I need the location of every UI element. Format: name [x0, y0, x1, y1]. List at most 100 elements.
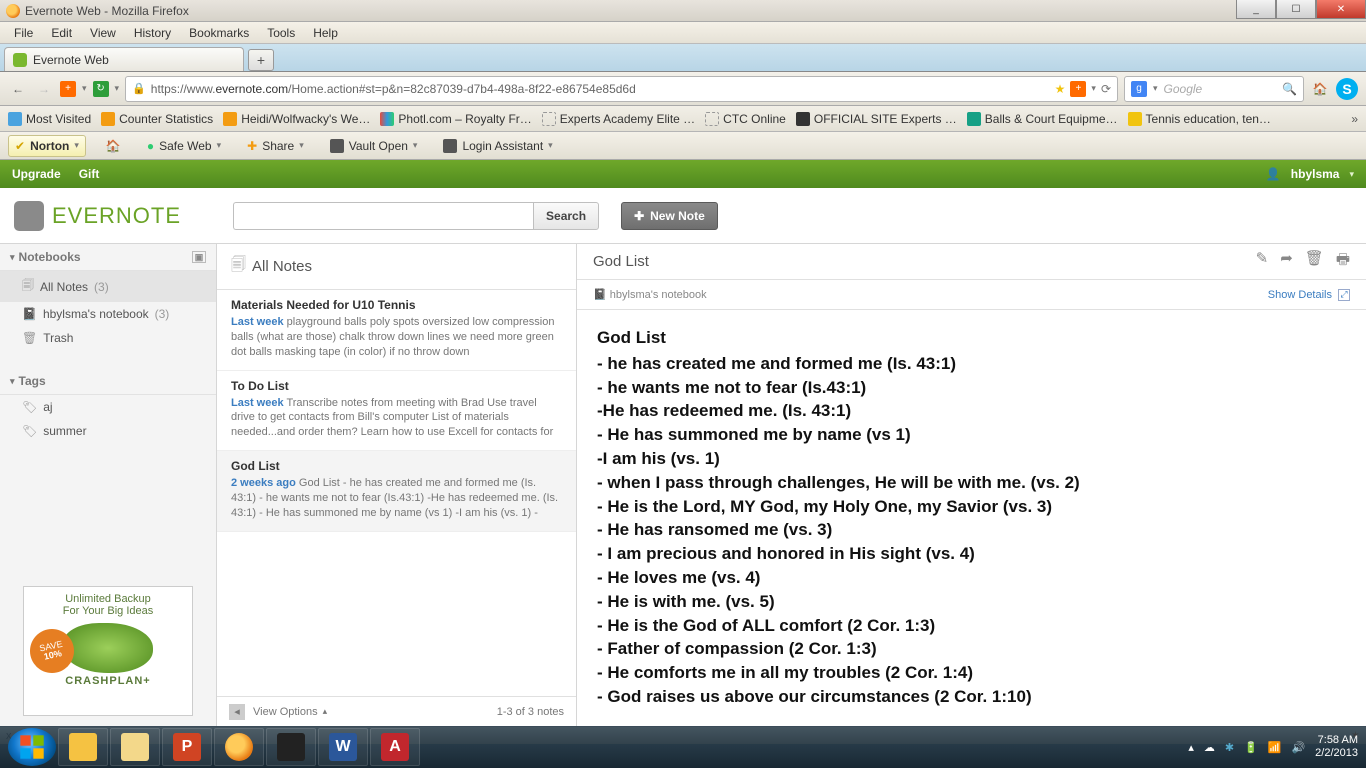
photo-icon: [380, 112, 394, 126]
share-button[interactable]: ✚Share▾: [241, 136, 310, 156]
bookmark-ctc[interactable]: CTC Online: [705, 112, 786, 126]
bookmark-experts[interactable]: Experts Academy Elite …: [542, 112, 695, 126]
note-list-item[interactable]: Materials Needed for U10 Tennis Last wee…: [217, 290, 576, 371]
system-tray: ▴ ☁ ✱ 🔋 📶 🔊 7:58 AM 2/2/2013: [1188, 734, 1358, 759]
star-icon[interactable]: ★: [1055, 82, 1066, 96]
delete-icon[interactable]: 🗑: [1305, 249, 1324, 274]
evernote-logo[interactable]: EVERNOTE: [14, 201, 181, 231]
bookmark-counter[interactable]: Counter Statistics: [101, 112, 213, 126]
note-body[interactable]: God List - he has created me and formed …: [577, 310, 1366, 726]
tray-up-icon[interactable]: ▴: [1188, 741, 1194, 754]
taskbar-camera[interactable]: [266, 728, 316, 766]
menu-help[interactable]: Help: [305, 24, 346, 42]
search-button[interactable]: Search: [533, 202, 599, 230]
window-maximize-button[interactable]: [1276, 0, 1316, 19]
new-tab-button[interactable]: +: [248, 49, 274, 71]
home-button[interactable]: 🏠: [1310, 79, 1330, 99]
sidebar-tag-summer[interactable]: 🏷summer: [0, 419, 216, 443]
bookmark-photl[interactable]: Photl.com – Royalty Fr…: [380, 112, 531, 126]
reload-icon[interactable]: ⟳: [1101, 82, 1111, 96]
edit-icon[interactable]: ✎: [1256, 249, 1269, 274]
forward-button[interactable]: →: [34, 79, 54, 99]
note-list-item[interactable]: To Do List Last week Transcribe notes fr…: [217, 371, 576, 452]
bookmark-most-visited[interactable]: Most Visited: [8, 112, 91, 126]
safe-web-button[interactable]: ●Safe Web▾: [141, 136, 227, 156]
bookmark-heidi[interactable]: Heidi/Wolfwacky's We…: [223, 112, 370, 126]
window-close-button[interactable]: [1316, 0, 1366, 19]
extension-icon[interactable]: ↻: [93, 81, 109, 97]
powerpoint-icon: P: [173, 733, 201, 761]
start-button[interactable]: [8, 728, 56, 766]
taskbar-adobe[interactable]: A: [370, 728, 420, 766]
search-engine-box[interactable]: g ▾ Google 🔍: [1124, 76, 1304, 102]
upgrade-link[interactable]: Upgrade: [12, 167, 61, 181]
menu-tools[interactable]: Tools: [259, 24, 303, 42]
search-go-icon[interactable]: 🔍: [1282, 82, 1297, 96]
notes-icon: 🗐: [22, 276, 34, 297]
print-icon[interactable]: 🖶: [1336, 249, 1350, 274]
user-menu-dropdown-icon[interactable]: ▾: [1349, 169, 1354, 180]
bookmark-balls[interactable]: Balls & Court Equipme…: [967, 112, 1118, 126]
bookmark-tennis[interactable]: Tennis education, ten…: [1128, 112, 1271, 126]
menu-bookmarks[interactable]: Bookmarks: [181, 24, 257, 42]
person-icon: [796, 112, 810, 126]
notebook-icon: 📓: [22, 307, 37, 321]
tray-wifi-icon[interactable]: 📶: [1268, 741, 1282, 754]
menu-file[interactable]: File: [6, 24, 41, 42]
addthis-urlbar-icon[interactable]: +: [1070, 81, 1086, 97]
search-engine-dropdown-icon[interactable]: ▾: [1153, 83, 1158, 94]
sidebar-item-trash[interactable]: 🗑Trash: [0, 326, 216, 350]
addthis-icon[interactable]: +: [60, 81, 76, 97]
sidebar-tag-aj[interactable]: 🏷aj: [0, 395, 216, 419]
menu-bar: File Edit View History Bookmarks Tools H…: [0, 22, 1366, 44]
bookmarks-overflow-icon[interactable]: »: [1351, 112, 1358, 126]
window-titlebar: Evernote Web - Mozilla Firefox: [0, 0, 1366, 22]
tray-volume-icon[interactable]: 🔊: [1291, 741, 1305, 754]
search-input[interactable]: [233, 202, 533, 230]
gift-link[interactable]: Gift: [79, 167, 100, 181]
taskbar-word[interactable]: W: [318, 728, 368, 766]
urlbar-dropdown-icon[interactable]: ▾: [1091, 83, 1096, 94]
note-list: 🗐All Notes Materials Needed for U10 Tenn…: [217, 244, 577, 726]
view-options-button[interactable]: View Options ▴: [253, 706, 327, 718]
sidebar-section-notebooks[interactable]: ▾Notebooks▣: [0, 244, 216, 271]
new-note-button[interactable]: ✚New Note: [621, 202, 718, 230]
taskbar-outlook[interactable]: [58, 728, 108, 766]
vault-button[interactable]: Vault Open▾: [324, 136, 424, 156]
menu-history[interactable]: History: [126, 24, 179, 42]
username[interactable]: hbylsma: [1291, 167, 1340, 181]
sidebar-item-user-notebook[interactable]: 📓hbylsma's notebook (3): [0, 302, 216, 326]
tray-cloud-icon[interactable]: ☁: [1204, 741, 1215, 754]
tab-evernote[interactable]: Evernote Web: [4, 47, 244, 71]
plus-icon: ✚: [634, 209, 644, 223]
bookmark-official[interactable]: OFFICIAL SITE Experts …: [796, 112, 957, 126]
menu-edit[interactable]: Edit: [43, 24, 80, 42]
tray-battery-icon[interactable]: 🔋: [1244, 741, 1258, 754]
skype-icon[interactable]: S: [1336, 78, 1358, 100]
norton-home-button[interactable]: 🏠: [100, 136, 127, 156]
taskbar-powerpoint[interactable]: P: [162, 728, 212, 766]
extension-dropdown-icon[interactable]: ▾: [115, 83, 120, 94]
url-bar[interactable]: 🔒 https://www.evernote.com/Home.action#s…: [125, 76, 1118, 102]
note-list-item[interactable]: God List 2 weeks ago God List - he has c…: [217, 451, 576, 532]
menu-view[interactable]: View: [82, 24, 124, 42]
window-minimize-button[interactable]: [1236, 0, 1276, 19]
addthis-dropdown-icon[interactable]: ▾: [82, 83, 87, 94]
tray-network-icon[interactable]: ✱: [1225, 741, 1234, 754]
sidebar: ▾Notebooks▣ 🗐All Notes (3) 📓hbylsma's no…: [0, 244, 217, 726]
share-icon[interactable]: ➦: [1280, 249, 1293, 274]
show-details-link[interactable]: Show Details ⤢: [1268, 289, 1350, 301]
lock-icon: 🔒: [132, 82, 146, 95]
collapse-icon[interactable]: ▣: [192, 251, 206, 263]
sidebar-ad[interactable]: Unlimited Backup For Your Big Ideas SAVE…: [0, 576, 216, 726]
note-header: God List ✎ ➦ 🗑 🖶: [577, 244, 1366, 280]
prev-page-icon[interactable]: ◂: [229, 704, 245, 720]
tray-clock[interactable]: 7:58 AM 2/2/2013: [1315, 734, 1358, 759]
back-button[interactable]: ←: [8, 79, 28, 99]
sidebar-item-all-notes[interactable]: 🗐All Notes (3): [0, 271, 216, 302]
login-assistant-button[interactable]: Login Assistant▾: [437, 136, 558, 156]
sidebar-section-tags[interactable]: ▾Tags: [0, 368, 216, 395]
taskbar-firefox[interactable]: [214, 728, 264, 766]
taskbar-explorer[interactable]: [110, 728, 160, 766]
norton-button[interactable]: ✔Norton▾: [8, 135, 86, 157]
